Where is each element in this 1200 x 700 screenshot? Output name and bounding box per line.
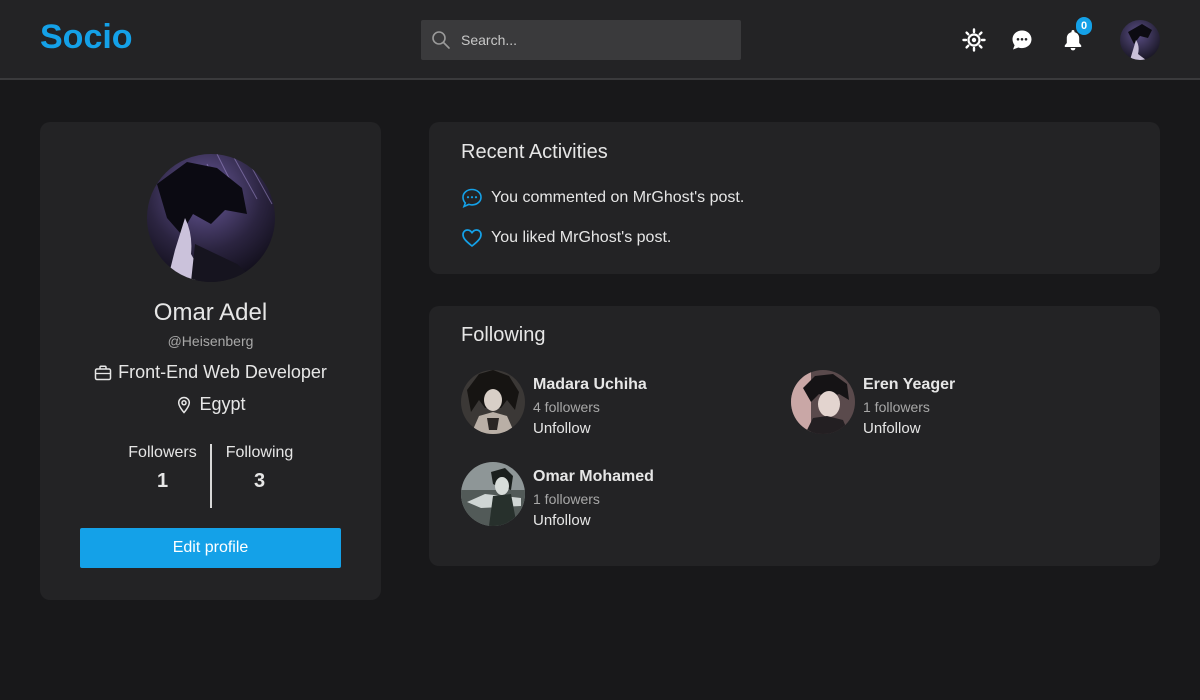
user-avatar[interactable] bbox=[1120, 20, 1160, 60]
following-title: Following bbox=[461, 324, 546, 346]
unfollow-button[interactable]: Unfollow bbox=[863, 420, 921, 437]
recent-activities-card: Recent Activities You commented on MrGho… bbox=[429, 122, 1160, 274]
followers-stat[interactable]: Followers 1 bbox=[115, 444, 210, 493]
avatar-image bbox=[1120, 20, 1160, 60]
following-name[interactable]: Omar Mohamed bbox=[533, 468, 654, 486]
following-user: Eren Yeager 1 followers Unfollow bbox=[791, 370, 1071, 437]
job-line: Front-End Web Developer bbox=[40, 362, 381, 383]
followers-count: 1 bbox=[156, 470, 169, 492]
following-user: Madara Uchiha 4 followers Unfollow bbox=[461, 370, 741, 437]
profile-stats: Followers 1 Following 3 bbox=[115, 444, 305, 508]
activity-text: You liked MrGhost's post. bbox=[491, 229, 672, 246]
user-picture bbox=[461, 370, 525, 434]
user-picture bbox=[791, 370, 855, 434]
profile-job: Front-End Web Developer bbox=[118, 362, 327, 382]
unfollow-button[interactable]: Unfollow bbox=[533, 420, 591, 437]
unfollow-button[interactable]: Unfollow bbox=[533, 512, 591, 529]
following-name[interactable]: Madara Uchiha bbox=[533, 376, 647, 394]
sun-icon[interactable] bbox=[962, 28, 986, 52]
following-avatar[interactable] bbox=[791, 370, 855, 434]
following-followers-count: 4 followers bbox=[533, 399, 600, 415]
following-label: Following bbox=[225, 444, 294, 461]
app-logo[interactable]: Socio bbox=[40, 18, 133, 57]
search-input[interactable] bbox=[461, 20, 731, 60]
top-navbar: Socio 0 bbox=[0, 0, 1200, 80]
location-line: Egypt bbox=[40, 394, 381, 415]
notification-badge: 0 bbox=[1076, 17, 1092, 35]
profile-card: Omar Adel @Heisenberg Front-End Web Deve… bbox=[40, 122, 381, 600]
following-followers-count: 1 followers bbox=[533, 491, 600, 507]
activities-title: Recent Activities bbox=[461, 141, 608, 163]
following-name[interactable]: Eren Yeager bbox=[863, 376, 955, 394]
profile-handle: @Heisenberg bbox=[167, 333, 254, 349]
profile-name: Omar Adel bbox=[153, 299, 268, 326]
search-icon bbox=[432, 31, 450, 49]
followers-label: Followers bbox=[128, 444, 197, 461]
messages-icon[interactable] bbox=[1010, 28, 1034, 52]
following-followers-count: 1 followers bbox=[863, 399, 930, 415]
search-bar[interactable] bbox=[421, 20, 741, 60]
comment-icon bbox=[462, 188, 482, 208]
following-count: 3 bbox=[253, 470, 266, 492]
following-avatar[interactable] bbox=[461, 370, 525, 434]
profile-location: Egypt bbox=[199, 394, 246, 414]
activity-item[interactable]: You liked MrGhost's post. bbox=[461, 227, 671, 249]
briefcase-icon bbox=[94, 364, 112, 380]
following-card: Following Madara Uchiha 4 followers Unfo… bbox=[429, 306, 1160, 566]
user-picture bbox=[461, 462, 525, 526]
profile-picture bbox=[147, 154, 275, 282]
activity-text: You commented on MrGhost's post. bbox=[491, 189, 745, 206]
following-user: Omar Mohamed 1 followers Unfollow bbox=[461, 462, 741, 529]
following-avatar[interactable] bbox=[461, 462, 525, 526]
following-stat[interactable]: Following 3 bbox=[212, 444, 307, 493]
edit-profile-button[interactable]: Edit profile bbox=[80, 528, 341, 568]
heart-icon bbox=[462, 229, 482, 247]
profile-avatar bbox=[147, 154, 275, 282]
location-pin-icon bbox=[178, 396, 191, 414]
activity-item[interactable]: You commented on MrGhost's post. bbox=[461, 187, 744, 209]
